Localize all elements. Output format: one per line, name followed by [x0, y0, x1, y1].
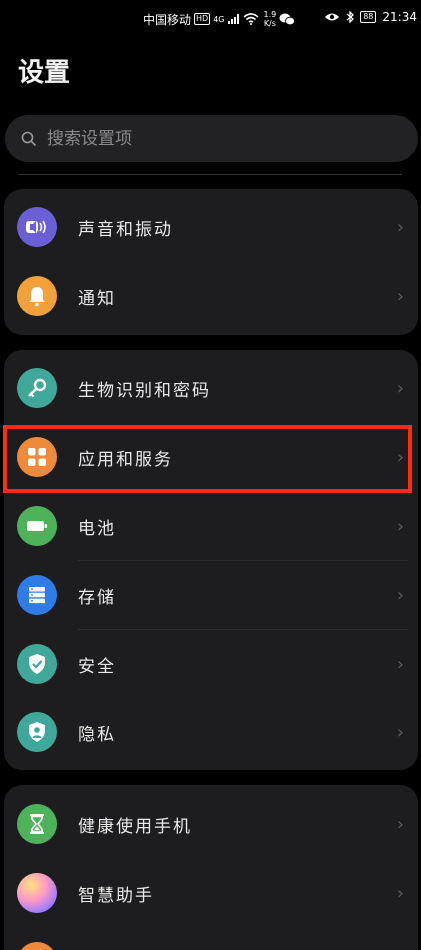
chevron-right-icon: › — [396, 882, 404, 904]
hd-badge: HD — [194, 13, 211, 25]
settings-item-label: 通知 — [78, 288, 116, 309]
cellular-signal-icon — [227, 14, 239, 24]
settings-item-battery[interactable]: 电池 › — [4, 492, 418, 560]
chevron-right-icon: › — [396, 584, 404, 606]
bluetooth-icon — [346, 11, 355, 23]
network-speed: 1.9 K/s — [264, 10, 277, 28]
settings-item-label: 电池 — [78, 518, 116, 539]
settings-item-label: 生物识别和密码 — [78, 380, 211, 401]
settings-item-notifications[interactable]: 通知 › — [4, 262, 418, 330]
search-input[interactable] — [47, 128, 367, 149]
settings-group-2: 生物识别和密码 › 应用和服务 › 电池 › 存储 › 安全 › 隐私 › — [4, 350, 418, 770]
settings-item-label: 安全 — [78, 656, 116, 677]
chevron-right-icon: › — [396, 515, 404, 537]
status-left: 中国移动 HD 4G 1.9 K/s — [143, 10, 296, 28]
clock: 21:34 — [382, 10, 417, 24]
wechat-icon — [279, 13, 296, 25]
bell-icon — [17, 276, 57, 316]
settings-item-apps-services[interactable]: 应用和服务 › — [4, 423, 418, 491]
search-bar[interactable] — [5, 115, 418, 162]
chevron-right-icon: › — [396, 813, 404, 835]
settings-item-security[interactable]: 安全 › — [4, 630, 418, 698]
settings-item-label: 健康使用手机 — [78, 816, 192, 837]
battery-icon — [17, 506, 57, 546]
chevron-right-icon: › — [396, 216, 404, 238]
settings-item-label: 应用和服务 — [78, 449, 173, 470]
battery-indicator: 88 — [360, 11, 377, 23]
settings-item-label: 存储 — [78, 587, 116, 608]
chevron-right-icon: › — [396, 285, 404, 307]
assistant-orb-icon — [17, 873, 57, 913]
settings-group-1: 声音和振动 › 通知 › — [4, 189, 418, 335]
eye-comfort-icon — [325, 13, 340, 21]
key-icon — [17, 368, 57, 408]
carrier-name: 中国移动 — [143, 12, 192, 27]
chevron-right-icon: › — [396, 721, 404, 743]
settings-item-privacy[interactable]: 隐私 › — [4, 698, 418, 766]
settings-item-sound[interactable]: 声音和振动 › — [4, 193, 418, 261]
storage-icon — [17, 575, 57, 615]
signal-label: 4G — [213, 14, 225, 24]
apps-grid-icon — [17, 437, 57, 477]
chevron-right-icon: › — [396, 653, 404, 675]
settings-item-label: 隐私 — [78, 724, 116, 745]
search-icon — [21, 131, 37, 146]
settings-item-digital-balance[interactable]: 健康使用手机 › — [4, 790, 418, 858]
settings-item-label: 智慧助手 — [78, 885, 154, 906]
divider — [18, 174, 402, 175]
settings-item-storage[interactable]: 存储 › — [4, 561, 418, 629]
speed-unit: K/s — [263, 19, 276, 28]
status-bar: 中国移动 HD 4G 1.9 K/s 88 21:34 — [0, 0, 421, 38]
app-icon — [17, 942, 57, 950]
page-title: 设置 — [18, 58, 71, 88]
settings-item-label: 声音和振动 — [78, 219, 173, 240]
chevron-right-icon: › — [396, 377, 404, 399]
chevron-right-icon: › — [396, 446, 404, 468]
privacy-shield-icon — [17, 712, 57, 752]
settings-item-biometrics[interactable]: 生物识别和密码 › — [4, 354, 418, 422]
settings-group-3: 健康使用手机 › 智慧助手 › — [4, 785, 418, 950]
wifi-icon — [242, 13, 259, 25]
hourglass-icon — [17, 804, 57, 844]
speaker-icon — [17, 207, 57, 247]
settings-item-partial[interactable] — [4, 928, 418, 950]
status-right: 88 21:34 — [324, 10, 417, 24]
settings-item-assistant[interactable]: 智慧助手 › — [4, 859, 418, 927]
speed-value: 1.9 — [263, 10, 277, 19]
shield-check-icon — [17, 644, 57, 684]
